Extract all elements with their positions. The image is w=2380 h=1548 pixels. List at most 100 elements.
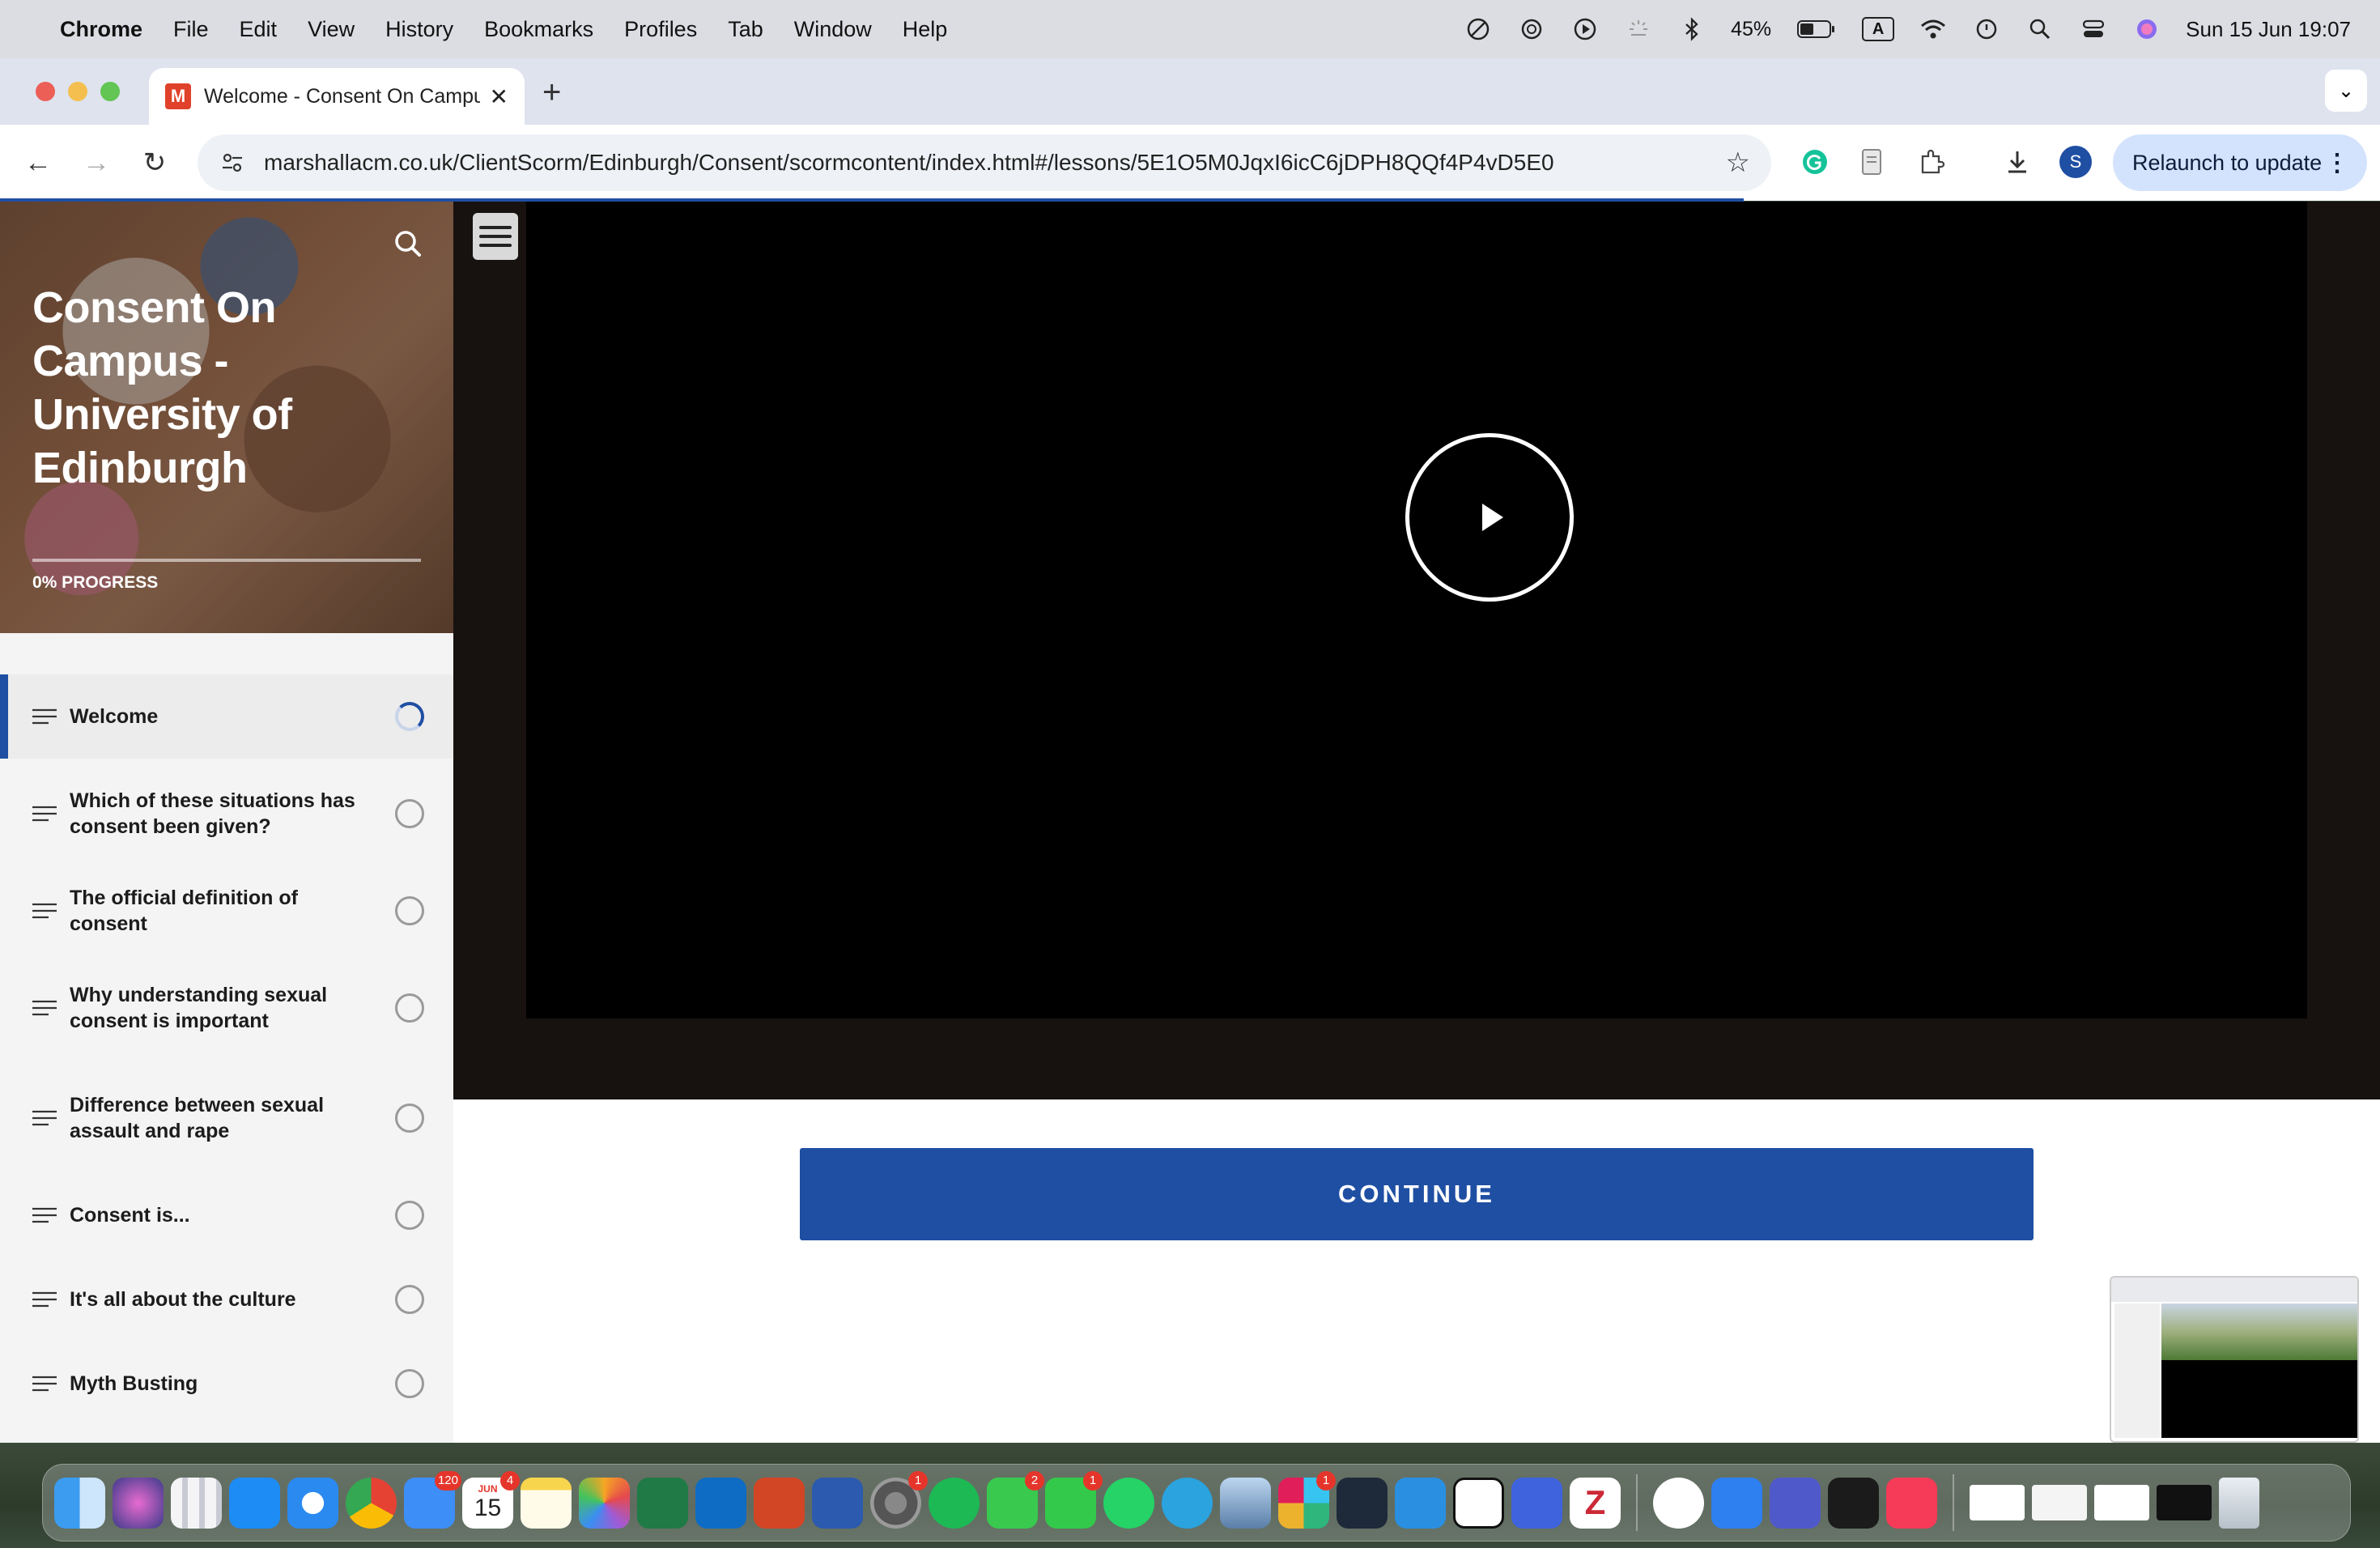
lesson-item[interactable]: It's all about the culture bbox=[0, 1257, 453, 1342]
lesson-item[interactable]: Myth Busting bbox=[0, 1342, 453, 1426]
maximize-window-button[interactable] bbox=[100, 82, 120, 101]
minimized-window-3[interactable] bbox=[2094, 1485, 2149, 1520]
lesson-label: Myth Busting bbox=[70, 1372, 198, 1395]
input-source-icon[interactable]: A bbox=[1862, 17, 1895, 41]
siri-app-icon[interactable] bbox=[113, 1477, 164, 1529]
brightness-icon[interactable] bbox=[1624, 15, 1653, 44]
do-not-disturb-icon[interactable] bbox=[1464, 15, 1493, 44]
menu-profiles[interactable]: Profiles bbox=[624, 17, 697, 42]
new-tab-button[interactable]: + bbox=[542, 74, 561, 111]
slack-icon[interactable]: 1 bbox=[1278, 1470, 1336, 1529]
menu-bookmarks[interactable]: Bookmarks bbox=[484, 17, 593, 42]
teams-icon[interactable] bbox=[1770, 1477, 1821, 1529]
forward-button[interactable]: → bbox=[76, 142, 117, 183]
calendar-icon[interactable]: JUN 15 4 bbox=[462, 1470, 520, 1529]
lesson-item[interactable]: The official definition of consent bbox=[0, 869, 453, 953]
mail-icon[interactable]: 120 bbox=[404, 1470, 461, 1529]
tab-search-chevron-icon[interactable]: ⌄ bbox=[2325, 70, 2367, 112]
site-info-icon[interactable] bbox=[219, 149, 246, 176]
menu-edit[interactable]: Edit bbox=[240, 17, 278, 42]
lesson-item[interactable]: Welcome bbox=[0, 674, 453, 759]
cursor-icon[interactable] bbox=[1337, 1477, 1388, 1529]
chatgpt-app-icon[interactable] bbox=[1653, 1477, 1704, 1529]
grammarly-icon[interactable] bbox=[1796, 142, 1834, 181]
word-icon[interactable] bbox=[812, 1477, 863, 1529]
finder-icon[interactable] bbox=[54, 1477, 105, 1529]
sidebar-toggle-button[interactable] bbox=[473, 213, 518, 260]
spotlight-search-icon[interactable] bbox=[2025, 15, 2055, 44]
reader-mode-icon[interactable] bbox=[1852, 142, 1891, 181]
keynote-icon[interactable] bbox=[1711, 1477, 1762, 1529]
messages-icon[interactable]: 2 bbox=[987, 1470, 1044, 1529]
menu-history[interactable]: History bbox=[385, 17, 453, 42]
menu-window[interactable]: Window bbox=[794, 17, 872, 42]
safari-icon[interactable] bbox=[287, 1477, 338, 1529]
bluetooth-icon[interactable] bbox=[1677, 15, 1706, 44]
chatgpt-icon[interactable] bbox=[1517, 15, 1546, 44]
lesson-label: Which of these situations has consent be… bbox=[70, 789, 355, 838]
search-icon[interactable] bbox=[392, 228, 424, 260]
play-button[interactable] bbox=[1405, 433, 1574, 602]
play-circle-icon[interactable] bbox=[1570, 15, 1600, 44]
spotify-icon[interactable] bbox=[929, 1477, 980, 1529]
menu-file[interactable]: File bbox=[173, 17, 209, 42]
lesson-item[interactable]: Consent is... bbox=[0, 1173, 453, 1257]
minimized-window-4[interactable] bbox=[2157, 1485, 2212, 1520]
active-tab[interactable]: M Welcome - Consent On Campus ✕ bbox=[149, 68, 525, 125]
downloads-icon[interactable] bbox=[1998, 142, 2037, 181]
whatsapp-icon[interactable] bbox=[1103, 1477, 1154, 1529]
siri-icon[interactable] bbox=[2132, 15, 2161, 44]
wifi-icon[interactable] bbox=[1919, 15, 1948, 44]
outlook-icon[interactable] bbox=[695, 1477, 746, 1529]
powerpoint-icon[interactable] bbox=[754, 1477, 805, 1529]
preview-icon[interactable] bbox=[1220, 1477, 1271, 1529]
notes-icon[interactable] bbox=[521, 1477, 572, 1529]
battery-icon[interactable] bbox=[1796, 15, 1838, 44]
lesson-item[interactable]: Which of these situations has consent be… bbox=[0, 759, 453, 869]
minimized-window-2[interactable] bbox=[2032, 1485, 2087, 1520]
launchpad-icon[interactable] bbox=[171, 1477, 222, 1529]
close-window-button[interactable] bbox=[36, 82, 55, 101]
lesson-label: Difference between sexual assault and ra… bbox=[70, 1094, 325, 1142]
back-button[interactable]: ← bbox=[18, 142, 58, 183]
time-machine-icon[interactable] bbox=[1972, 15, 2001, 44]
reload-button[interactable]: ↻ bbox=[134, 142, 175, 183]
activity-monitor-icon[interactable] bbox=[1828, 1477, 1879, 1529]
profile-avatar[interactable]: S bbox=[2059, 146, 2092, 178]
menu-help[interactable]: Help bbox=[903, 17, 948, 42]
lesson-item[interactable]: Why understanding sexual consent is impo… bbox=[0, 953, 453, 1063]
zotero-icon[interactable]: Z bbox=[1570, 1477, 1621, 1529]
continue-button[interactable]: CONTINUE bbox=[800, 1148, 2034, 1240]
control-center-icon[interactable] bbox=[2079, 15, 2108, 44]
lesson-item[interactable]: Difference between sexual assault and ra… bbox=[0, 1063, 453, 1173]
photos-icon[interactable] bbox=[579, 1477, 630, 1529]
app-store-icon[interactable] bbox=[229, 1477, 280, 1529]
trash-icon[interactable] bbox=[2219, 1477, 2259, 1529]
system-settings-icon[interactable]: 1 bbox=[870, 1470, 928, 1529]
chrome-menu-icon[interactable]: ⋮ bbox=[2325, 149, 2349, 177]
relaunch-to-update-button[interactable]: Relaunch to update ⋮ bbox=[2113, 134, 2367, 191]
url-text[interactable]: marshallacm.co.uk/ClientScorm/Edinburgh/… bbox=[264, 150, 1726, 176]
menu-tab[interactable]: Tab bbox=[728, 17, 763, 42]
address-bar[interactable]: marshallacm.co.uk/ClientScorm/Edinburgh/… bbox=[198, 134, 1771, 191]
lesson-type-icon bbox=[32, 903, 57, 919]
telegram-icon[interactable] bbox=[1162, 1477, 1213, 1529]
menu-view[interactable]: View bbox=[308, 17, 355, 42]
menu-clock[interactable]: Sun 15 Jun 19:07 bbox=[2186, 17, 2351, 42]
menu-app-name[interactable]: Chrome bbox=[60, 17, 142, 42]
screenshot-thumbnail[interactable] bbox=[2110, 1276, 2359, 1443]
facetime-icon[interactable]: 1 bbox=[1045, 1470, 1103, 1529]
extensions-icon[interactable] bbox=[1912, 142, 1951, 181]
notion-icon[interactable] bbox=[1453, 1477, 1504, 1529]
excel-icon[interactable] bbox=[637, 1477, 688, 1529]
vscode-icon[interactable] bbox=[1395, 1477, 1446, 1529]
minimize-window-button[interactable] bbox=[68, 82, 87, 101]
nordvpn-icon[interactable] bbox=[1511, 1477, 1562, 1529]
video-player[interactable] bbox=[526, 202, 2307, 1019]
chrome-icon[interactable] bbox=[346, 1477, 397, 1529]
close-tab-icon[interactable]: ✕ bbox=[490, 83, 508, 110]
music-icon[interactable] bbox=[1886, 1477, 1937, 1529]
course-sidebar: Consent On Campus - University of Edinbu… bbox=[0, 202, 453, 1443]
minimized-window-1[interactable] bbox=[1970, 1485, 2025, 1520]
bookmark-star-icon[interactable]: ☆ bbox=[1726, 147, 1750, 179]
